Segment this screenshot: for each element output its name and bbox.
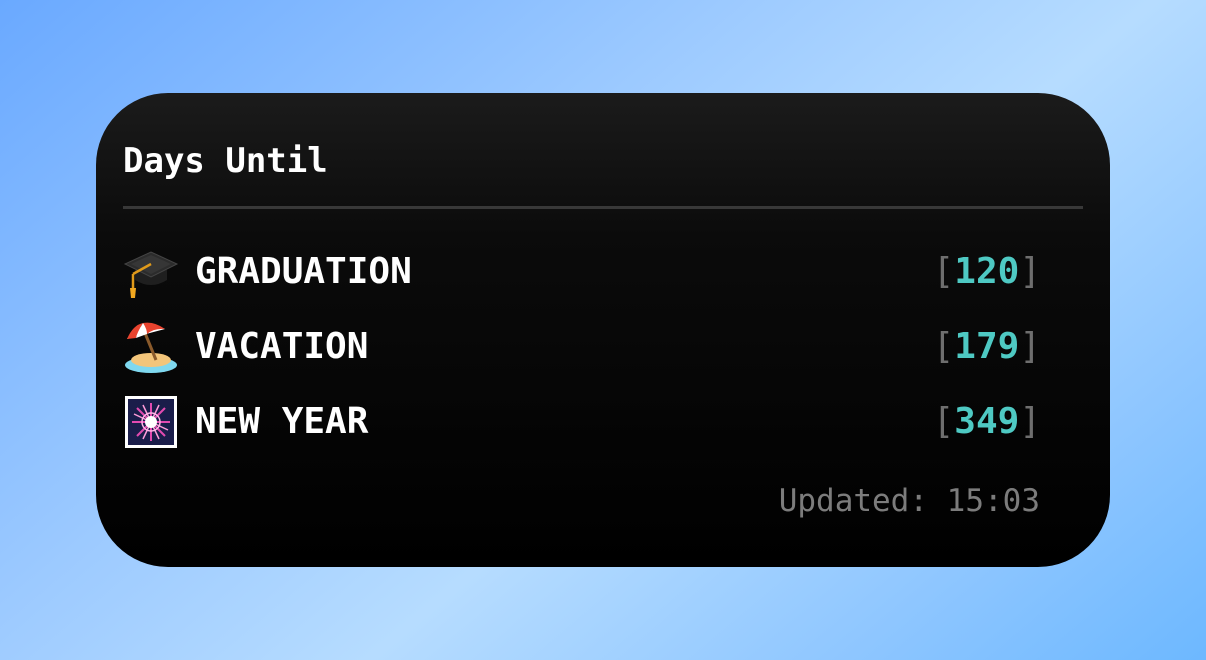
days-value: 120 bbox=[954, 251, 1020, 292]
fireworks-icon bbox=[123, 394, 179, 450]
countdown-item-new-year: NEW YEAR [349] bbox=[123, 393, 1041, 451]
countdown-days-vacation: [179] bbox=[933, 325, 1041, 369]
beach-umbrella-icon bbox=[123, 319, 179, 375]
countdown-days-new-year: [349] bbox=[933, 400, 1041, 444]
close-bracket: ] bbox=[1019, 401, 1041, 442]
graduation-cap-icon bbox=[123, 244, 179, 300]
days-until-widget[interactable]: Days Until GRADUATION [120] VACATION [17… bbox=[96, 93, 1110, 567]
close-bracket: ] bbox=[1019, 326, 1041, 367]
open-bracket: [ bbox=[932, 326, 955, 367]
days-value: 349 bbox=[954, 401, 1020, 442]
days-value: 179 bbox=[954, 326, 1020, 367]
countdown-label: VACATION bbox=[195, 326, 369, 367]
updated-timestamp: Updated: 15:03 bbox=[778, 483, 1040, 519]
open-bracket: [ bbox=[932, 251, 955, 292]
countdown-item-vacation: VACATION [179] bbox=[123, 318, 1041, 376]
close-bracket: ] bbox=[1019, 251, 1041, 292]
countdown-label: NEW YEAR bbox=[195, 401, 369, 442]
countdown-days-graduation: [120] bbox=[933, 250, 1041, 294]
widget-title: Days Until bbox=[123, 141, 328, 181]
open-bracket: [ bbox=[932, 401, 955, 442]
divider bbox=[123, 206, 1083, 209]
countdown-item-graduation: GRADUATION [120] bbox=[123, 243, 1041, 301]
countdown-label: GRADUATION bbox=[195, 251, 412, 292]
countdown-list: GRADUATION [120] VACATION [179] NEW YEAR… bbox=[123, 243, 1041, 468]
